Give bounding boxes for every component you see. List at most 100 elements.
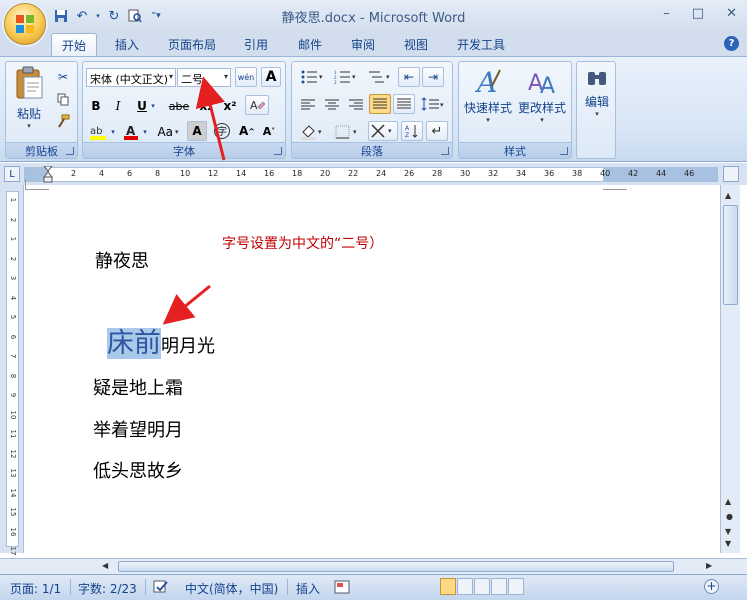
insert-mode[interactable]: 插入 bbox=[296, 580, 320, 597]
poem-line-2[interactable]: 疑是地上霜 bbox=[93, 374, 183, 400]
full-screen-reading-icon[interactable] bbox=[457, 578, 473, 595]
styles-launcher-icon[interactable] bbox=[560, 147, 568, 155]
font-color-icon[interactable]: A bbox=[121, 122, 141, 142]
change-styles-button[interactable]: AA 更改样式 ▾ bbox=[515, 66, 569, 136]
horizontal-ruler[interactable]: 2 4 6 8 10 12 14 16 18 20 22 24 26 28 30 32 34 36 38 40 42 44… bbox=[24, 166, 718, 183]
poem-line-1[interactable]: 床前明月光 bbox=[107, 326, 215, 365]
subscript-button[interactable]: x₂ bbox=[195, 96, 217, 116]
horizontal-scrollbar[interactable]: ◀ ▶ bbox=[0, 558, 747, 574]
character-shading-icon[interactable]: A bbox=[187, 121, 207, 141]
scroll-down-icon[interactable]: ▼ bbox=[725, 527, 731, 536]
restore-button[interactable]: □ bbox=[692, 6, 704, 21]
tab-insert[interactable]: 插入 bbox=[115, 36, 139, 53]
clipboard-launcher-icon[interactable] bbox=[66, 147, 74, 155]
align-left-icon[interactable] bbox=[297, 95, 319, 115]
selected-text[interactable]: 床前 bbox=[107, 328, 161, 359]
vertical-scroll-thumb[interactable] bbox=[723, 205, 738, 305]
horizontal-scroll-thumb[interactable] bbox=[118, 561, 674, 572]
vertical-ruler[interactable]: 1 2 1 2 3 4 5 6 7 8 9 10 11 12 13 14 15 16 17 bbox=[0, 185, 24, 555]
outline-view-icon[interactable] bbox=[491, 578, 507, 595]
grow-font-button[interactable]: A ^ bbox=[237, 121, 257, 141]
svg-text:字: 字 bbox=[217, 125, 227, 138]
decrease-indent-icon[interactable]: ⇤ bbox=[398, 67, 420, 87]
show-marks-icon[interactable]: ↵ bbox=[426, 121, 448, 141]
office-button[interactable] bbox=[4, 3, 46, 45]
poem-line-3[interactable]: 举着望明月 bbox=[93, 416, 183, 442]
clear-formatting-icon[interactable]: A bbox=[245, 95, 269, 115]
word-count[interactable]: 字数: 2/23 bbox=[78, 580, 137, 597]
borders-icon[interactable]: ▾ bbox=[332, 122, 362, 142]
scroll-up-icon[interactable]: ▲ bbox=[725, 497, 731, 506]
shrink-font-button[interactable]: A ˅ bbox=[259, 121, 279, 141]
paste-button[interactable]: 粘贴 ▾ bbox=[10, 66, 48, 132]
paragraph-launcher-icon[interactable] bbox=[441, 147, 449, 155]
line-spacing-icon[interactable]: ▾ bbox=[418, 94, 448, 114]
copy-icon[interactable] bbox=[54, 89, 72, 109]
highlight-dropdown-icon[interactable]: ▾ bbox=[109, 122, 117, 142]
increase-indent-icon[interactable]: ⇥ bbox=[422, 67, 444, 87]
shading-icon[interactable]: ▾ bbox=[297, 122, 327, 142]
font-name-combo[interactable]: 宋体 (中文正文) ▾ bbox=[86, 68, 176, 87]
multilevel-list-icon[interactable]: ▾ bbox=[364, 67, 394, 87]
bullets-icon[interactable]: ▾ bbox=[297, 67, 327, 87]
draft-view-icon[interactable] bbox=[508, 578, 524, 595]
ruler-tick: 38 bbox=[572, 169, 583, 178]
numbering-icon[interactable]: 1 2 3 ▾ bbox=[330, 67, 360, 87]
scroll-down-icon[interactable]: ▼ bbox=[725, 539, 731, 548]
minimize-button[interactable]: – bbox=[663, 6, 670, 21]
quick-styles-button[interactable]: A 快速样式 ▾ bbox=[461, 66, 515, 136]
chinese-layout-icon[interactable]: ▾ bbox=[368, 121, 398, 141]
document-page[interactable]: 静夜思 字号设置为中文的“二号） 床前明月光 疑是地上霜 举着望明月 低头思故乡 bbox=[25, 179, 720, 553]
tab-developer[interactable]: 开发工具 bbox=[457, 36, 505, 53]
superscript-button[interactable]: x² bbox=[219, 96, 241, 116]
highlight-color-icon[interactable]: ab bbox=[87, 122, 109, 142]
print-layout-view-icon[interactable] bbox=[440, 578, 456, 595]
help-icon[interactable]: ? bbox=[724, 36, 739, 51]
close-button[interactable]: ✕ bbox=[726, 6, 737, 21]
bold-button[interactable]: B bbox=[87, 96, 105, 116]
phonetic-guide-icon[interactable]: wén bbox=[235, 67, 257, 87]
ruler-tick: 16 bbox=[264, 169, 275, 178]
tab-mailings[interactable]: 邮件 bbox=[298, 36, 322, 53]
font-launcher-icon[interactable] bbox=[274, 147, 282, 155]
font-size-combo[interactable]: 二号 ▾ bbox=[177, 68, 231, 87]
enclose-characters-icon[interactable]: 字 bbox=[211, 121, 233, 141]
strikethrough-button[interactable]: abe bbox=[167, 96, 191, 116]
align-right-icon[interactable] bbox=[345, 95, 367, 115]
macro-record-icon[interactable] bbox=[334, 580, 350, 597]
view-ruler-button[interactable] bbox=[723, 166, 739, 182]
tab-references[interactable]: 引用 bbox=[244, 36, 268, 53]
align-center-icon[interactable] bbox=[321, 95, 343, 115]
zoom-in-icon[interactable]: + bbox=[704, 579, 719, 594]
scroll-left-icon[interactable]: ◀ bbox=[102, 561, 108, 570]
distributed-icon[interactable] bbox=[393, 94, 415, 114]
tab-review[interactable]: 审阅 bbox=[351, 36, 375, 53]
svg-text:ab: ab bbox=[90, 126, 102, 137]
underline-dropdown-icon[interactable]: ▾ bbox=[149, 96, 157, 116]
language-indicator[interactable]: 中文(简体，中国) bbox=[185, 580, 278, 597]
browse-object-icon[interactable]: ● bbox=[726, 512, 733, 521]
tab-view[interactable]: 视图 bbox=[404, 36, 428, 53]
page-count[interactable]: 页面: 1/1 bbox=[10, 580, 61, 597]
cut-icon[interactable]: ✂ bbox=[54, 67, 72, 87]
change-case-button[interactable]: Aa ▾ bbox=[153, 122, 183, 142]
tab-page-layout[interactable]: 页面布局 bbox=[168, 36, 216, 53]
vertical-scrollbar[interactable]: ▲ ▲ ● ▼ ▼ bbox=[720, 185, 740, 553]
poem-title[interactable]: 静夜思 bbox=[95, 247, 149, 273]
format-painter-icon[interactable] bbox=[54, 111, 72, 131]
italic-button[interactable]: I bbox=[109, 96, 127, 116]
editing-button[interactable]: 编辑 ▾ bbox=[579, 66, 615, 136]
tab-home[interactable]: 开始 bbox=[51, 33, 98, 57]
scroll-up-icon[interactable]: ▲ bbox=[725, 191, 731, 200]
web-layout-icon[interactable] bbox=[474, 578, 490, 595]
character-border-icon[interactable]: A bbox=[261, 67, 281, 87]
sort-icon[interactable]: AZ bbox=[401, 121, 423, 141]
scroll-right-icon[interactable]: ▶ bbox=[706, 561, 712, 570]
font-color-dropdown-icon[interactable]: ▾ bbox=[141, 122, 149, 142]
ruler-tick: 22 bbox=[348, 169, 359, 178]
poem-line-4[interactable]: 低头思故乡 bbox=[93, 457, 183, 483]
justify-icon[interactable] bbox=[369, 94, 391, 114]
proofing-icon[interactable] bbox=[153, 580, 169, 597]
tab-selector[interactable]: L bbox=[4, 166, 20, 182]
indent-marker-icon[interactable] bbox=[43, 166, 53, 183]
